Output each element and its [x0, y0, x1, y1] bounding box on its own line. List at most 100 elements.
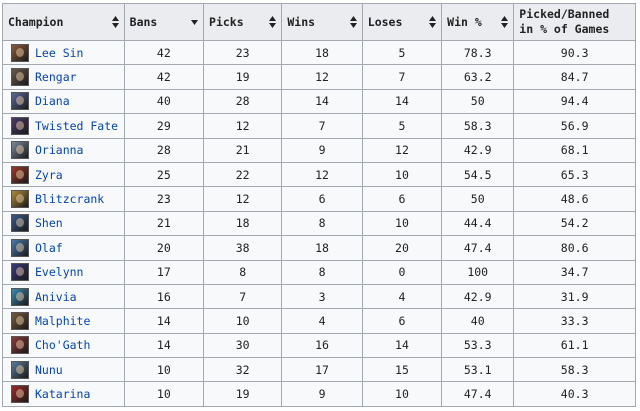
loses-cell: 5 [361, 113, 443, 139]
picks-cell: 19 [203, 381, 283, 407]
champion-cell: Shen [2, 210, 125, 237]
champion-link[interactable]: Malphite [35, 314, 90, 328]
table-row: Orianna 28 21 9 12 42.9 68.1 [2, 137, 636, 163]
champion-cell: Twisted Fate [2, 113, 125, 139]
wins-cell: 14 [281, 88, 363, 115]
pb-pct-cell: 90.3 [513, 39, 636, 66]
win-pct-cell: 54.5 [441, 161, 515, 188]
bans-cell: 29 [123, 113, 205, 139]
win-pct-cell: 63.2 [441, 64, 515, 90]
rengar-portrait-icon[interactable] [11, 68, 29, 87]
column-header-loses[interactable]: Loses [361, 3, 443, 41]
win-pct-cell: 58.3 [441, 113, 515, 139]
anivia-portrait-icon[interactable] [11, 287, 29, 306]
pb-pct-cell: 65.3 [513, 161, 636, 188]
picks-cell: 23 [203, 39, 283, 66]
table-row: Zyra 25 22 12 10 54.5 65.3 [2, 161, 636, 188]
champion-link[interactable]: Anivia [35, 290, 77, 304]
pb-pct-cell: 33.3 [513, 308, 636, 334]
column-header-picks[interactable]: Picks [203, 3, 283, 41]
malphite-portrait-icon[interactable] [11, 311, 29, 330]
wins-cell: 3 [281, 283, 363, 310]
champion-link[interactable]: Zyra [35, 168, 63, 182]
champion-link[interactable]: Orianna [35, 143, 83, 157]
table-header: Champion Bans Picks Wins Loses Win % Picked/Ba… [2, 3, 636, 41]
win-pct-cell: 53.1 [441, 357, 515, 383]
champion-cell: Rengar [2, 64, 125, 90]
win-pct-cell: 78.3 [441, 39, 515, 66]
loses-cell: 14 [361, 332, 443, 359]
pb-pct-cell: 56.9 [513, 113, 636, 139]
orianna-portrait-icon[interactable] [11, 141, 29, 160]
champion-link[interactable]: Katarina [35, 387, 90, 401]
champion-link[interactable]: Cho'Gath [35, 338, 90, 352]
table-row: Cho'Gath 14 30 16 14 53.3 61.1 [2, 332, 636, 359]
column-header-champion[interactable]: Champion [2, 3, 125, 41]
table-row: Diana 40 28 14 14 50 94.4 [2, 88, 636, 115]
bans-cell: 42 [123, 64, 205, 90]
bans-cell: 10 [123, 357, 205, 383]
pb-pct-cell: 58.3 [513, 357, 636, 383]
wins-cell: 7 [281, 113, 363, 139]
bans-cell: 16 [123, 283, 205, 310]
table-row: Rengar 42 19 12 7 63.2 84.7 [2, 64, 636, 90]
wins-cell: 8 [281, 259, 363, 285]
champion-link[interactable]: Olaf [35, 241, 63, 255]
champion-cell: Katarina [2, 381, 125, 407]
champion-link[interactable]: Twisted Fate [35, 119, 118, 133]
table-row: Katarina 10 19 9 10 47.4 40.3 [2, 381, 636, 407]
olaf-portrait-icon[interactable] [11, 238, 29, 257]
pb-pct-cell: 80.6 [513, 235, 636, 261]
champion-link[interactable]: Blitzcrank [35, 192, 104, 206]
table-row: Evelynn 17 8 8 0 100 34.7 [2, 259, 636, 285]
sort-descending-icon[interactable] [191, 16, 199, 28]
blitzcrank-portrait-icon[interactable] [11, 190, 29, 209]
bans-cell: 10 [123, 381, 205, 407]
sort-both-icon[interactable] [269, 16, 277, 28]
champion-cell: Zyra [2, 161, 125, 188]
bans-cell: 40 [123, 88, 205, 115]
champion-link[interactable]: Evelynn [35, 265, 83, 279]
bans-cell: 21 [123, 210, 205, 237]
picks-cell: 30 [203, 332, 283, 359]
sort-both-icon[interactable] [501, 16, 509, 28]
shen-portrait-icon[interactable] [11, 214, 29, 233]
picks-cell: 8 [203, 259, 283, 285]
loses-cell: 5 [361, 39, 443, 66]
picks-cell: 12 [203, 186, 283, 212]
sort-both-icon[interactable] [111, 16, 119, 28]
bans-cell: 20 [123, 235, 205, 261]
champion-link[interactable]: Shen [35, 216, 63, 230]
katarina-portrait-icon[interactable] [11, 385, 29, 404]
nunu-portrait-icon[interactable] [11, 360, 29, 379]
pb-pct-cell: 31.9 [513, 283, 636, 310]
column-header-wins[interactable]: Wins [281, 3, 363, 41]
table-body: Lee Sin 42 23 18 5 78.3 90.3 Rengar 42 19 12 7 63.2 8… [2, 39, 636, 407]
champion-link[interactable]: Lee Sin [35, 46, 83, 60]
wins-cell: 4 [281, 308, 363, 334]
champion-cell: Nunu [2, 357, 125, 383]
lee-sin-portrait-icon[interactable] [11, 43, 29, 62]
wins-cell: 12 [281, 64, 363, 90]
column-header-bans[interactable]: Bans [123, 3, 205, 41]
zyra-portrait-icon[interactable] [11, 165, 29, 184]
wins-cell: 9 [281, 137, 363, 163]
diana-portrait-icon[interactable] [11, 92, 29, 111]
column-header-win-pct[interactable]: Win % [441, 3, 515, 41]
twisted-fate-portrait-icon[interactable] [11, 116, 29, 135]
evelynn-portrait-icon[interactable] [11, 263, 29, 282]
sort-both-icon[interactable] [349, 16, 357, 28]
sort-both-icon[interactable] [429, 16, 437, 28]
champion-link[interactable]: Rengar [35, 70, 77, 84]
column-header-label: Champion [8, 14, 64, 29]
champion-link[interactable]: Nunu [35, 363, 63, 377]
loses-cell: 20 [361, 235, 443, 261]
chogath-portrait-icon[interactable] [11, 336, 29, 355]
table-row: Twisted Fate 29 12 7 5 58.3 56.9 [2, 113, 636, 139]
champion-link[interactable]: Diana [35, 94, 70, 108]
wins-cell: 18 [281, 39, 363, 66]
column-header-label: Picked/Banned in % of Games [519, 7, 610, 36]
win-pct-cell: 44.4 [441, 210, 515, 237]
bans-cell: 23 [123, 186, 205, 212]
pb-pct-cell: 84.7 [513, 64, 636, 90]
